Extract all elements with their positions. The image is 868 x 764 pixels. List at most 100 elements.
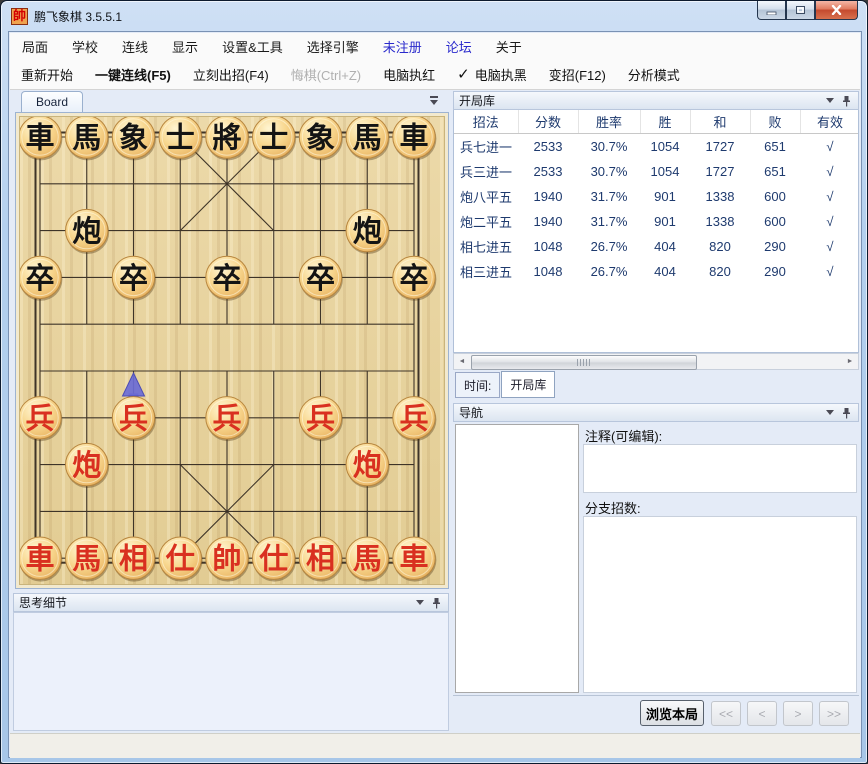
menu-item-设置&工具[interactable]: 设置&工具 [210, 37, 295, 56]
table-cell[interactable]: 404 [640, 234, 690, 259]
nav-button-<<[interactable]: << [711, 701, 741, 726]
piece-象-black[interactable]: 象 [112, 117, 156, 160]
column-header-有效[interactable]: 有效 [800, 110, 859, 134]
piece-相-red[interactable]: 相 [112, 537, 156, 582]
scroll-left-icon[interactable]: ◄ [454, 354, 470, 369]
piece-兵-red[interactable]: 兵 [20, 397, 62, 442]
table-cell[interactable]: √ [800, 134, 859, 160]
column-header-招法[interactable]: 招法 [454, 110, 518, 134]
piece-馬-red[interactable]: 馬 [346, 537, 390, 582]
piece-卒-black[interactable]: 卒 [20, 256, 62, 301]
table-cell[interactable]: 651 [750, 159, 800, 184]
toolbar-item-分析模式[interactable]: 分析模式 [617, 65, 691, 84]
piece-仕-red[interactable]: 仕 [253, 537, 297, 582]
table-cell[interactable]: 1338 [690, 184, 750, 209]
pin-icon[interactable] [842, 407, 851, 419]
piece-卒-black[interactable]: 卒 [393, 256, 437, 301]
piece-仕-red[interactable]: 仕 [159, 537, 203, 582]
table-cell[interactable]: 290 [750, 259, 800, 284]
table-cell[interactable]: 2533 [518, 134, 578, 160]
column-header-分数[interactable]: 分数 [518, 110, 578, 134]
xiangqi-board[interactable]: 車馬象士將士象馬車炮炮卒卒卒卒卒兵兵兵兵兵炮炮車馬相仕帥仕相馬車 [19, 116, 445, 585]
table-cell[interactable]: 26.7% [578, 259, 640, 284]
table-cell[interactable]: 31.7% [578, 209, 640, 234]
pin-icon[interactable] [842, 95, 851, 107]
minimize-button[interactable] [757, 1, 786, 20]
piece-相-red[interactable]: 相 [299, 537, 343, 582]
table-cell[interactable]: √ [800, 184, 859, 209]
toolbar-item-电脑执红[interactable]: 电脑执红 [372, 65, 446, 84]
scrollbar-thumb[interactable] [471, 355, 697, 370]
table-cell[interactable]: √ [800, 159, 859, 184]
table-cell[interactable]: 炮八平五 [454, 184, 518, 209]
menu-item-未注册[interactable]: 未注册 [371, 37, 434, 56]
collapse-icon[interactable] [826, 98, 834, 103]
table-cell[interactable]: 1940 [518, 184, 578, 209]
table-cell[interactable]: 600 [750, 209, 800, 234]
piece-士-black[interactable]: 士 [159, 117, 203, 160]
column-header-败[interactable]: 败 [750, 110, 800, 134]
piece-兵-red[interactable]: 兵 [393, 397, 437, 442]
menu-item-学校[interactable]: 学校 [60, 37, 110, 56]
table-cell[interactable]: 1727 [690, 159, 750, 184]
collapse-icon[interactable] [826, 410, 834, 415]
table-row[interactable]: 炮八平五194031.7%9011338600√ [454, 184, 859, 209]
table-cell[interactable]: 2533 [518, 159, 578, 184]
table-cell[interactable]: √ [800, 234, 859, 259]
menu-item-连线[interactable]: 连线 [110, 37, 160, 56]
menu-item-局面[interactable]: 局面 [10, 37, 60, 56]
piece-兵-red[interactable]: 兵 [299, 397, 343, 442]
table-cell[interactable]: 炮二平五 [454, 209, 518, 234]
table-cell[interactable]: 兵三进一 [454, 159, 518, 184]
table-row[interactable]: 兵三进一253330.7%10541727651√ [454, 159, 859, 184]
table-row[interactable]: 兵七进一253330.7%10541727651√ [454, 134, 859, 160]
collapse-icon[interactable] [416, 600, 424, 605]
browse-game-button[interactable]: 浏览本局 [640, 700, 704, 726]
piece-士-black[interactable]: 士 [253, 117, 297, 160]
menu-item-选择引擎[interactable]: 选择引擎 [295, 37, 371, 56]
piece-車-red[interactable]: 車 [393, 537, 437, 582]
menu-item-显示[interactable]: 显示 [160, 37, 210, 56]
menu-item-论坛[interactable]: 论坛 [434, 37, 484, 56]
pin-icon[interactable] [432, 597, 441, 609]
tab-board[interactable]: Board [21, 91, 83, 112]
piece-馬-black[interactable]: 馬 [66, 117, 110, 160]
piece-炮-red[interactable]: 炮 [346, 443, 390, 488]
table-cell[interactable]: 1727 [690, 134, 750, 160]
tab-开局库[interactable]: 开局库 [501, 371, 555, 398]
piece-卒-black[interactable]: 卒 [206, 256, 250, 301]
menu-item-关于[interactable]: 关于 [484, 37, 534, 56]
table-cell[interactable]: √ [800, 259, 859, 284]
move-list[interactable] [455, 424, 579, 693]
table-cell[interactable]: 820 [690, 234, 750, 259]
piece-將-black[interactable]: 將 [206, 117, 250, 160]
nav-button-<[interactable]: < [747, 701, 777, 726]
maximize-button[interactable] [786, 1, 815, 20]
table-cell[interactable]: 兵七进一 [454, 134, 518, 160]
table-cell[interactable]: 651 [750, 134, 800, 160]
scroll-right-icon[interactable]: ► [842, 354, 858, 369]
piece-兵-red[interactable]: 兵 [206, 397, 250, 442]
table-cell[interactable]: 1940 [518, 209, 578, 234]
window-titlebar[interactable]: 帥 鹏飞象棋 3.5.5.1 [1, 1, 867, 31]
table-cell[interactable]: 1048 [518, 259, 578, 284]
tab-list-icon[interactable] [429, 96, 439, 105]
comment-editor[interactable] [583, 444, 857, 493]
table-cell[interactable]: 1054 [640, 134, 690, 160]
table-row[interactable]: 炮二平五194031.7%9011338600√ [454, 209, 859, 234]
table-row[interactable]: 相七进五104826.7%404820290√ [454, 234, 859, 259]
piece-炮-black[interactable]: 炮 [346, 209, 390, 254]
table-cell[interactable]: 404 [640, 259, 690, 284]
piece-車-red[interactable]: 車 [20, 537, 62, 582]
nav-button->>[interactable]: >> [819, 701, 849, 726]
close-button[interactable] [815, 1, 858, 20]
piece-車-black[interactable]: 車 [393, 117, 437, 160]
table-cell[interactable]: 30.7% [578, 134, 640, 160]
tab-时间[interactable]: 时间: [455, 372, 500, 398]
piece-車-black[interactable]: 車 [20, 117, 62, 160]
table-cell[interactable]: 600 [750, 184, 800, 209]
horizontal-scrollbar[interactable]: ◄ ► [453, 353, 859, 370]
piece-炮-red[interactable]: 炮 [66, 443, 110, 488]
toolbar-item-悔棋(Ctrl+Z)[interactable]: 悔棋(Ctrl+Z) [280, 65, 372, 84]
table-cell[interactable]: 30.7% [578, 159, 640, 184]
